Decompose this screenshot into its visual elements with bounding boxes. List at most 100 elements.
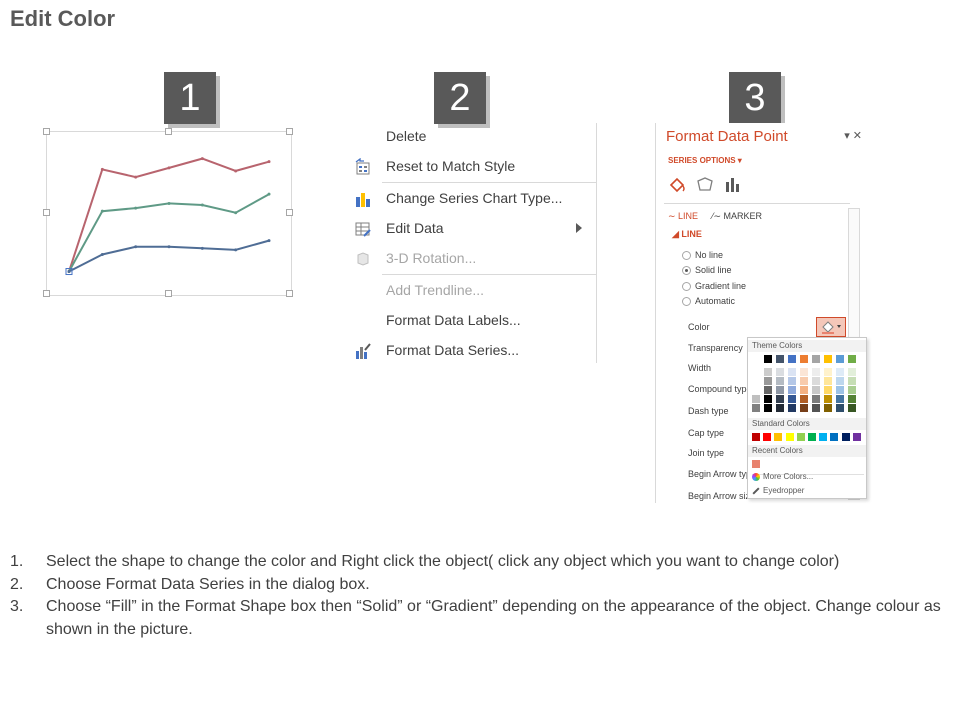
radio-automatic[interactable]: Automatic [682,296,735,307]
theme-color-shade-swatch[interactable] [836,377,844,385]
theme-color-swatch[interactable] [824,355,832,363]
series-line-2[interactable] [68,193,270,272]
theme-color-swatch[interactable] [788,355,796,363]
theme-color-shade-swatch[interactable] [848,395,856,403]
radio-button[interactable] [682,297,691,307]
data-point[interactable] [100,209,104,213]
standard-color-swatch[interactable] [819,433,828,441]
line-chart[interactable] [47,132,291,295]
theme-color-shade-swatch[interactable] [776,386,784,394]
resize-handle[interactable] [286,128,293,135]
series-options-icon[interactable] [726,178,739,192]
color-picker-button[interactable] [816,317,846,337]
line-chart-frame[interactable] [46,131,292,296]
theme-color-shade-swatch[interactable] [836,395,844,403]
standard-color-swatch[interactable] [808,433,816,441]
data-point[interactable] [100,167,104,171]
tab-line[interactable]: ∼ LINE [668,211,698,222]
data-point[interactable] [200,203,204,207]
data-point[interactable] [234,211,238,215]
theme-color-shade-swatch[interactable] [800,377,808,385]
theme-color-shade-swatch[interactable] [788,395,796,403]
standard-color-swatch[interactable] [785,433,794,441]
effects-icon[interactable] [697,177,713,191]
eyedropper-option[interactable]: Eyedropper [752,486,804,495]
standard-color-swatch[interactable] [841,433,850,441]
standard-color-swatch[interactable] [752,433,760,441]
data-point[interactable] [167,201,171,205]
fill-line-icon[interactable] [669,177,685,193]
menu-item-change-chart-type[interactable]: Change Series Chart Type... [350,187,596,211]
theme-color-swatch[interactable] [800,355,808,363]
theme-color-shade-swatch[interactable] [824,377,832,385]
theme-color-shade-swatch[interactable] [776,368,784,376]
resize-handle[interactable] [43,209,50,216]
theme-color-shade-swatch[interactable] [836,386,844,394]
resize-handle[interactable] [165,290,172,297]
radio-gradient-line[interactable]: Gradient line [682,281,746,292]
theme-color-shade-swatch[interactable] [776,377,784,385]
data-point[interactable] [200,246,204,250]
section-line-header[interactable]: ◢ LINE [672,229,702,240]
data-point[interactable] [267,160,271,164]
theme-color-shade-swatch[interactable] [788,386,796,394]
theme-color-shade-swatch[interactable] [824,404,832,412]
resize-handle[interactable] [286,290,293,297]
data-point[interactable] [134,245,138,249]
data-point[interactable] [267,239,271,243]
theme-color-shade-swatch[interactable] [824,395,832,403]
theme-color-swatch[interactable] [848,355,856,363]
theme-color-shade-swatch[interactable] [752,377,760,385]
theme-color-shade-swatch[interactable] [752,395,760,403]
radio-no-line[interactable]: No line [682,250,723,261]
data-point[interactable] [67,270,71,274]
radio-button[interactable] [682,282,691,292]
theme-color-shade-swatch[interactable] [800,386,808,394]
data-point[interactable] [100,253,104,257]
theme-color-shade-swatch[interactable] [788,404,796,412]
data-point[interactable] [167,166,171,170]
standard-color-swatch[interactable] [763,433,772,441]
theme-color-shade-swatch[interactable] [764,368,772,376]
menu-item-reset-style[interactable]: Reset to Match Style [350,155,596,179]
recent-color-swatch[interactable] [752,460,760,468]
theme-color-shade-swatch[interactable] [848,377,856,385]
theme-color-shade-swatch[interactable] [824,368,832,376]
tab-marker[interactable]: ⁄∼ MARKER [712,211,762,222]
theme-color-shade-swatch[interactable] [812,377,820,385]
theme-color-shade-swatch[interactable] [764,395,772,403]
series-line-3[interactable] [68,239,270,273]
data-point[interactable] [267,192,271,196]
menu-item-format-data-series[interactable]: Format Data Series... [350,339,596,363]
theme-color-swatch[interactable] [836,355,844,363]
radio-solid-line[interactable]: Solid line [682,265,732,276]
data-point[interactable] [200,157,204,161]
theme-color-shade-swatch[interactable] [800,368,808,376]
menu-item-edit-data[interactable]: Edit Data [350,217,596,241]
radio-button[interactable] [682,266,691,276]
radio-button[interactable] [682,251,691,261]
resize-handle[interactable] [43,128,50,135]
standard-color-swatch[interactable] [774,433,783,441]
theme-color-shade-swatch[interactable] [800,404,808,412]
theme-color-swatch[interactable] [776,355,784,363]
data-point[interactable] [134,175,138,179]
series-line-1[interactable] [68,157,270,272]
theme-color-shade-swatch[interactable] [848,386,856,394]
theme-color-shade-swatch[interactable] [752,386,760,394]
close-icon[interactable]: ✕ [853,130,862,142]
theme-color-shade-swatch[interactable] [812,368,820,376]
theme-color-shade-swatch[interactable] [848,368,856,376]
data-point[interactable] [234,248,238,252]
theme-color-swatch[interactable] [812,355,820,363]
theme-color-shade-swatch[interactable] [812,386,820,394]
theme-color-shade-swatch[interactable] [800,395,808,403]
theme-color-shade-swatch[interactable] [788,368,796,376]
theme-color-swatch[interactable] [752,355,760,363]
theme-color-shade-swatch[interactable] [752,404,760,412]
data-point[interactable] [234,169,238,173]
theme-color-shade-swatch[interactable] [752,368,760,376]
theme-color-shade-swatch[interactable] [836,368,844,376]
standard-color-swatch[interactable] [852,433,861,441]
theme-color-shade-swatch[interactable] [764,386,772,394]
